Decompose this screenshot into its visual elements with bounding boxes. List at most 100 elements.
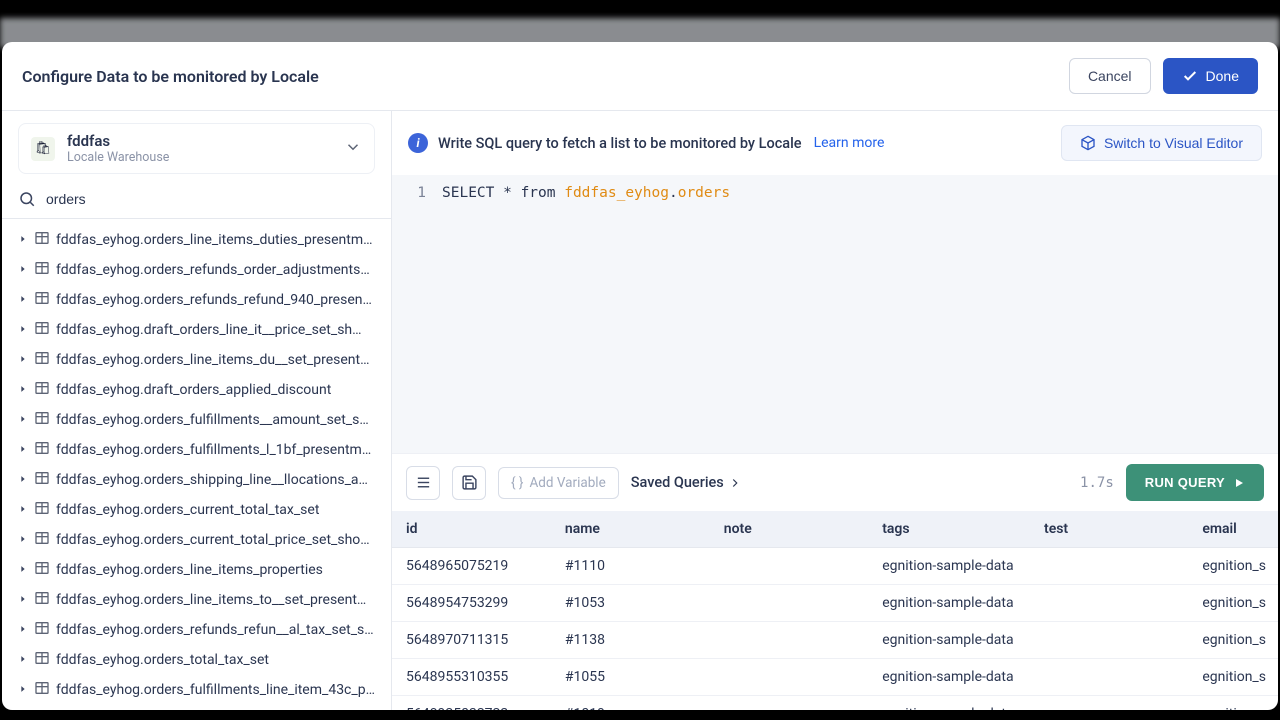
cell-test bbox=[1032, 622, 1190, 659]
info-text: Write SQL query to fetch a list to be mo… bbox=[438, 135, 802, 152]
table-item[interactable]: fddfas_eyhog.orders_fulfillments_line_it… bbox=[2, 675, 391, 705]
query-timing: 1.7s bbox=[1080, 475, 1114, 491]
table-row[interactable]: 5648970711315#1138egnition-sample-dataeg… bbox=[392, 622, 1278, 659]
table-item[interactable]: fddfas_eyhog.orders_line_items_duties_pr… bbox=[2, 225, 391, 255]
run-query-label: RUN QUERY bbox=[1145, 475, 1225, 490]
cancel-label: Cancel bbox=[1088, 68, 1132, 84]
table-item[interactable]: fddfas_eyhog.draft_orders_applied_discou… bbox=[2, 375, 391, 405]
table-row[interactable]: 5648925032723#1019egnition-sample-dataeg… bbox=[392, 696, 1278, 711]
sql-editor[interactable]: 1SELECT * from fddfas_eyhog.orders bbox=[392, 175, 1278, 453]
cell-tags: egnition-sample-data bbox=[870, 696, 1032, 711]
add-variable-button[interactable]: { } Add Variable bbox=[498, 467, 619, 499]
run-query-button[interactable]: RUN QUERY bbox=[1126, 464, 1264, 501]
table-icon bbox=[34, 290, 50, 310]
table-label: fddfas_eyhog.orders_line_items_propertie… bbox=[56, 562, 323, 578]
cell-test bbox=[1032, 585, 1190, 622]
table-row[interactable]: 5648955310355#1055egnition-sample-dataeg… bbox=[392, 659, 1278, 696]
column-header-id[interactable]: id bbox=[392, 511, 553, 548]
table-icon bbox=[34, 560, 50, 580]
caret-right-icon bbox=[18, 412, 28, 428]
line-number: 1 bbox=[406, 185, 426, 201]
table-label: fddfas_eyhog.orders_line_items_duties_pr… bbox=[56, 232, 373, 248]
table-label: fddfas_eyhog.draft_orders_applied_discou… bbox=[56, 382, 331, 398]
search-icon bbox=[18, 190, 36, 208]
column-header-test[interactable]: test bbox=[1032, 511, 1190, 548]
table-item[interactable]: fddfas_eyhog.orders_refunds_order_adjust… bbox=[2, 255, 391, 285]
format-button[interactable] bbox=[406, 466, 440, 500]
table-label: fddfas_eyhog.orders_fulfillments_l_1bf_p… bbox=[56, 442, 375, 458]
save-query-button[interactable] bbox=[452, 466, 486, 500]
table-item[interactable]: fddfas_eyhog.orders_shipping_line__lloca… bbox=[2, 465, 391, 495]
cell-test bbox=[1032, 696, 1190, 711]
saved-queries-label: Saved Queries bbox=[631, 474, 724, 491]
cell-note bbox=[712, 548, 870, 585]
caret-right-icon bbox=[18, 472, 28, 488]
cell-name: #1110 bbox=[553, 548, 712, 585]
cell-id: 5648925032723 bbox=[392, 696, 553, 711]
table-item[interactable]: fddfas_eyhog.orders_current_total_price_… bbox=[2, 525, 391, 555]
learn-more-link[interactable]: Learn more bbox=[814, 135, 885, 151]
table-label: fddfas_eyhog.draft_orders_line_it__price… bbox=[56, 322, 362, 338]
column-header-tags[interactable]: tags bbox=[870, 511, 1032, 548]
datasource-subtitle: Locale Warehouse bbox=[67, 150, 332, 165]
table-label: fddfas_eyhog.orders_shipping_line__lloca… bbox=[56, 472, 368, 488]
table-item[interactable]: fddfas_eyhog.orders_fulfillments_line_it… bbox=[2, 705, 391, 710]
table-item[interactable]: fddfas_eyhog.orders_fulfillments__amount… bbox=[2, 405, 391, 435]
table-icon bbox=[34, 380, 50, 400]
info-icon: i bbox=[408, 133, 428, 153]
caret-right-icon bbox=[18, 532, 28, 548]
datasource-selector[interactable]: 🛍 fddfas Locale Warehouse bbox=[18, 123, 375, 174]
column-header-note[interactable]: note bbox=[712, 511, 870, 548]
done-button[interactable]: Done bbox=[1163, 58, 1258, 94]
column-header-email[interactable]: email bbox=[1190, 511, 1278, 548]
table-tree[interactable]: fddfas_eyhog.orders_line_items_duties_pr… bbox=[2, 219, 391, 710]
caret-right-icon bbox=[18, 502, 28, 518]
column-header-name[interactable]: name bbox=[553, 511, 712, 548]
table-row[interactable]: 5648965075219#1110egnition-sample-dataeg… bbox=[392, 548, 1278, 585]
table-icon bbox=[34, 410, 50, 430]
table-icon bbox=[34, 260, 50, 280]
table-row[interactable]: 5648954753299#1053egnition-sample-dataeg… bbox=[392, 585, 1278, 622]
table-icon bbox=[34, 620, 50, 640]
editor-toolbar: { } Add Variable Saved Queries 1.7s RUN … bbox=[392, 453, 1278, 511]
table-item[interactable]: fddfas_eyhog.orders_refunds_refun__al_ta… bbox=[2, 615, 391, 645]
cell-test bbox=[1032, 659, 1190, 696]
table-item[interactable]: fddfas_eyhog.orders_total_tax_set bbox=[2, 645, 391, 675]
caret-right-icon bbox=[18, 562, 28, 578]
table-item[interactable]: fddfas_eyhog.orders_current_total_tax_se… bbox=[2, 495, 391, 525]
table-item[interactable]: fddfas_eyhog.orders_refunds_refund_940_p… bbox=[2, 285, 391, 315]
table-label: fddfas_eyhog.orders_line_items_to__set_p… bbox=[56, 592, 366, 608]
caret-right-icon bbox=[18, 682, 28, 698]
table-item[interactable]: fddfas_eyhog.orders_fulfillments_l_1bf_p… bbox=[2, 435, 391, 465]
caret-right-icon bbox=[18, 352, 28, 368]
cell-tags: egnition-sample-data bbox=[870, 585, 1032, 622]
cell-id: 5648970711315 bbox=[392, 622, 553, 659]
cell-id: 5648965075219 bbox=[392, 548, 553, 585]
cell-note bbox=[712, 622, 870, 659]
datasource-name: fddfas bbox=[67, 132, 332, 150]
cancel-button[interactable]: Cancel bbox=[1069, 58, 1151, 94]
cell-email: egnition_s bbox=[1190, 622, 1278, 659]
table-icon bbox=[34, 530, 50, 550]
table-item[interactable]: fddfas_eyhog.draft_orders_line_it__price… bbox=[2, 315, 391, 345]
info-row: i Write SQL query to fetch a list to be … bbox=[392, 111, 1278, 175]
cell-note bbox=[712, 659, 870, 696]
table-item[interactable]: fddfas_eyhog.orders_line_items_du__set_p… bbox=[2, 345, 391, 375]
table-search bbox=[2, 182, 391, 219]
search-input[interactable] bbox=[46, 191, 375, 207]
modal-title: Configure Data to be monitored by Locale bbox=[22, 67, 319, 86]
switch-visual-editor-button[interactable]: Switch to Visual Editor bbox=[1061, 125, 1262, 161]
table-item[interactable]: fddfas_eyhog.orders_line_items_to__set_p… bbox=[2, 585, 391, 615]
table-label: fddfas_eyhog.orders_refunds_order_adjust… bbox=[56, 262, 370, 278]
cell-email: egnition_s bbox=[1190, 548, 1278, 585]
cell-name: #1138 bbox=[553, 622, 712, 659]
cell-name: #1019 bbox=[553, 696, 712, 711]
results-panel[interactable]: idnamenotetagstestemail 5648965075219#11… bbox=[392, 511, 1278, 710]
table-item[interactable]: fddfas_eyhog.orders_line_items_propertie… bbox=[2, 555, 391, 585]
table-label: fddfas_eyhog.orders_refunds_refund_940_p… bbox=[56, 292, 372, 308]
cell-test bbox=[1032, 548, 1190, 585]
cube-icon bbox=[1080, 135, 1096, 151]
caret-right-icon bbox=[18, 262, 28, 278]
saved-queries-link[interactable]: Saved Queries bbox=[631, 474, 742, 491]
table-label: fddfas_eyhog.orders_line_items_du__set_p… bbox=[56, 352, 369, 368]
